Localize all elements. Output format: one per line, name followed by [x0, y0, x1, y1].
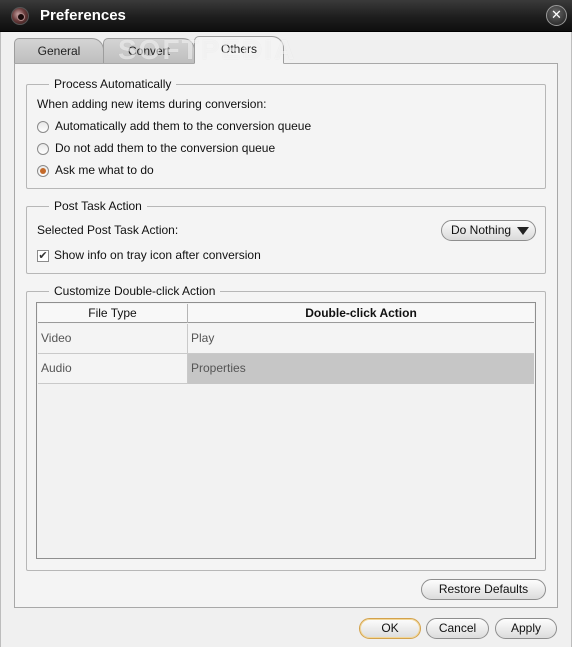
show-info-checkbox[interactable]: ✔ — [37, 250, 49, 262]
double-click-action-legend: Customize Double-click Action — [49, 284, 221, 298]
app-icon — [11, 7, 29, 25]
radio-auto-add[interactable] — [37, 121, 49, 133]
title-bar: Preferences ✕ — [0, 0, 572, 32]
action-cell[interactable]: Properties — [188, 354, 534, 384]
column-header-file-type[interactable]: File Type — [38, 304, 188, 323]
radio-do-not-add-label[interactable]: Do not add them to the conversion queue — [55, 141, 275, 155]
post-task-action-dropdown[interactable]: Do Nothing — [441, 220, 536, 241]
tab-convert[interactable]: Convert — [103, 38, 195, 64]
selected-post-task-label: Selected Post Task Action: — [37, 223, 179, 237]
tab-general[interactable]: General — [14, 38, 104, 64]
radio-ask-me-label[interactable]: Ask me what to do — [55, 163, 154, 177]
table-header: File Type Double-click Action — [38, 304, 534, 323]
column-header-double-click-action[interactable]: Double-click Action — [188, 304, 534, 323]
file-type-cell: Audio — [38, 354, 188, 384]
show-info-label[interactable]: Show info on tray icon after conversion — [54, 248, 261, 262]
radio-do-not-add[interactable] — [37, 143, 49, 155]
close-button[interactable]: ✕ — [546, 5, 567, 26]
tab-others[interactable]: Others — [194, 36, 284, 64]
cancel-button[interactable]: Cancel — [426, 618, 489, 639]
process-automatically-legend: Process Automatically — [49, 77, 177, 91]
process-prompt: When adding new items during conversion: — [37, 97, 267, 111]
ok-button[interactable]: OK — [359, 618, 421, 639]
apply-button[interactable]: Apply — [495, 618, 557, 639]
radio-ask-me[interactable] — [37, 165, 49, 177]
file-type-cell: Video — [38, 324, 188, 354]
restore-defaults-button[interactable]: Restore Defaults — [421, 579, 546, 600]
post-task-action-value: Do Nothing — [451, 223, 512, 237]
chevron-down-icon — [517, 227, 529, 235]
table-row[interactable]: Video Play — [38, 324, 534, 354]
radio-auto-add-label[interactable]: Automatically add them to the conversion… — [55, 119, 311, 133]
window-title: Preferences — [40, 7, 126, 24]
action-cell[interactable]: Play — [188, 324, 534, 354]
post-task-action-legend: Post Task Action — [49, 199, 147, 213]
table-row[interactable]: Audio Properties — [38, 354, 534, 384]
double-click-table: File Type Double-click Action Video Play… — [36, 302, 536, 559]
